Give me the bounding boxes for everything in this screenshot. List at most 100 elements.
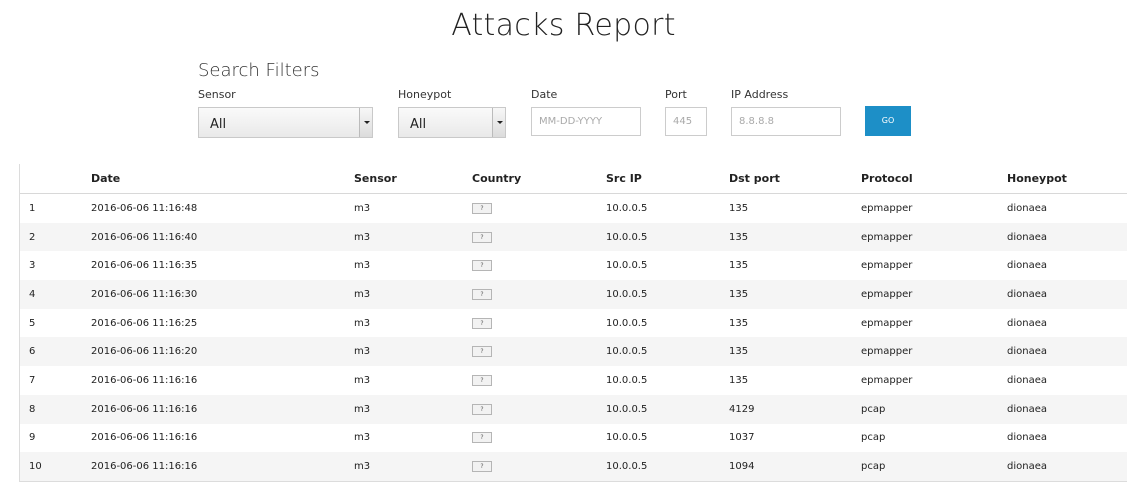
row-date: 2016-06-06 11:16:16	[91, 461, 198, 473]
table-row[interactable]: 9 2016-06-06 11:16:16 m3? 10.0.0.5 1037 pcap d…	[20, 423, 1127, 453]
row-date: 2016-06-06 11:16:48	[91, 202, 198, 214]
row-dst-port: 135	[729, 317, 749, 329]
row-index: 7	[29, 374, 36, 386]
row-sensor: m3	[354, 374, 371, 386]
flag-icon: ?	[472, 202, 492, 214]
row-date: 2016-06-06 11:16:16	[91, 432, 198, 444]
header-dst-port[interactable]: Dst port	[729, 164, 780, 193]
row-index: 8	[29, 403, 36, 415]
ip-address-input[interactable]: 8.8.8.8	[731, 107, 841, 136]
row-honeypot: dionaea	[1007, 231, 1047, 243]
table-row[interactable]: 10 2016-06-06 11:16:16 m3? 10.0.0.5 1094 pcap…	[20, 452, 1127, 481]
row-index: 3	[29, 260, 36, 272]
row-src-ip: 10.0.0.5	[606, 260, 648, 272]
table-row[interactable]: 4 2016-06-06 11:16:30 m3? 10.0.0.5 135 epmapp…	[20, 280, 1127, 309]
row-dst-port: 1037	[729, 432, 755, 444]
row-sensor: m3	[354, 432, 371, 444]
honeypot-select[interactable]: All	[398, 107, 506, 138]
date-input-placeholder: MM-DD-YYYY	[539, 116, 603, 127]
flag-icon: ?	[472, 288, 492, 300]
row-index: 1	[29, 202, 36, 214]
row-protocol: epmapper	[861, 317, 913, 329]
chevron-down-icon[interactable]	[359, 108, 372, 137]
port-input-placeholder: 445	[673, 116, 693, 127]
row-protocol: epmapper	[861, 231, 913, 243]
row-country: ?	[472, 194, 492, 223]
row-src-ip: 10.0.0.5	[606, 202, 648, 214]
flag-icon: ?	[472, 260, 492, 272]
row-src-ip: 10.0.0.5	[606, 346, 648, 358]
search-filters-heading: Search Filters	[198, 60, 320, 81]
flag-icon: ?	[472, 461, 492, 473]
row-country: ?	[472, 223, 492, 252]
row-src-ip: 10.0.0.5	[606, 461, 648, 473]
row-honeypot: dionaea	[1007, 317, 1047, 329]
row-country: ?	[472, 366, 492, 395]
ip-address-label: IP Address	[731, 88, 789, 101]
header-date[interactable]: Date	[91, 164, 120, 193]
sensor-select[interactable]: All	[198, 107, 373, 138]
row-dst-port: 4129	[729, 403, 755, 415]
table-row[interactable]: 5 2016-06-06 11:16:25 m3? 10.0.0.5 135 epmapp…	[20, 308, 1127, 338]
row-honeypot: dionaea	[1007, 260, 1047, 272]
row-dst-port: 1094	[729, 461, 755, 473]
row-sensor: m3	[354, 288, 371, 300]
port-input[interactable]: 445	[665, 107, 707, 136]
row-protocol: epmapper	[861, 346, 913, 358]
header-sensor[interactable]: Sensor	[354, 164, 397, 193]
row-protocol: epmapper	[861, 260, 913, 272]
row-country: ?	[472, 452, 492, 481]
row-index: 4	[29, 288, 36, 300]
row-date: 2016-06-06 11:16:16	[91, 403, 198, 415]
row-country: ?	[472, 251, 492, 280]
ip-address-input-placeholder: 8.8.8.8	[739, 116, 774, 127]
row-protocol: epmapper	[861, 374, 913, 386]
row-country: ?	[472, 309, 492, 338]
row-protocol: pcap	[861, 432, 886, 444]
row-index: 9	[29, 432, 36, 444]
header-honeypot[interactable]: Honeypot	[1007, 164, 1067, 193]
row-src-ip: 10.0.0.5	[606, 317, 648, 329]
date-input[interactable]: MM-DD-YYYY	[531, 107, 641, 136]
row-sensor: m3	[354, 461, 371, 473]
row-honeypot: dionaea	[1007, 403, 1047, 415]
row-index: 6	[29, 346, 36, 358]
row-honeypot: dionaea	[1007, 432, 1047, 444]
row-src-ip: 10.0.0.5	[606, 374, 648, 386]
header-country[interactable]: Country	[472, 164, 521, 193]
flag-icon: ?	[472, 374, 492, 386]
row-index: 5	[29, 317, 36, 329]
table-row[interactable]: 3 2016-06-06 11:16:35 m3? 10.0.0.5 135 epmapp…	[20, 251, 1127, 281]
row-dst-port: 135	[729, 202, 749, 214]
row-sensor: m3	[354, 260, 371, 272]
chevron-down-icon[interactable]	[492, 108, 505, 137]
row-date: 2016-06-06 11:16:30	[91, 288, 198, 300]
row-sensor: m3	[354, 202, 371, 214]
table-row[interactable]: 7 2016-06-06 11:16:16 m3? 10.0.0.5 135 epmapp…	[20, 366, 1127, 395]
header-protocol[interactable]: Protocol	[861, 164, 913, 193]
table-row[interactable]: 8 2016-06-06 11:16:16 m3? 10.0.0.5 4129 pcap d…	[20, 394, 1127, 424]
table-row[interactable]: 6 2016-06-06 11:16:20 m3? 10.0.0.5 135 epmapp…	[20, 337, 1127, 367]
table-row[interactable]: 1 2016-06-06 11:16:48 m3? 10.0.0.5 135 epmapp…	[20, 194, 1127, 223]
honeypot-select-value: All	[410, 117, 427, 132]
flag-icon: ?	[472, 346, 492, 358]
flag-icon: ?	[472, 231, 492, 243]
row-index: 2	[29, 231, 36, 243]
row-dst-port: 135	[729, 346, 749, 358]
row-dst-port: 135	[729, 260, 749, 272]
row-country: ?	[472, 280, 492, 309]
row-honeypot: dionaea	[1007, 288, 1047, 300]
row-dst-port: 135	[729, 288, 749, 300]
row-src-ip: 10.0.0.5	[606, 432, 648, 444]
date-label: Date	[531, 88, 558, 101]
row-sensor: m3	[354, 346, 371, 358]
row-src-ip: 10.0.0.5	[606, 288, 648, 300]
row-sensor: m3	[354, 403, 371, 415]
row-protocol: epmapper	[861, 288, 913, 300]
table-header: Date Sensor Country Src IP Dst port Prot…	[20, 164, 1127, 194]
table-row[interactable]: 2 2016-06-06 11:16:40 m3? 10.0.0.5 135 epmapp…	[20, 222, 1127, 252]
row-protocol: epmapper	[861, 202, 913, 214]
header-src-ip[interactable]: Src IP	[606, 164, 642, 193]
row-honeypot: dionaea	[1007, 374, 1047, 386]
go-button[interactable]: GO	[865, 106, 911, 136]
